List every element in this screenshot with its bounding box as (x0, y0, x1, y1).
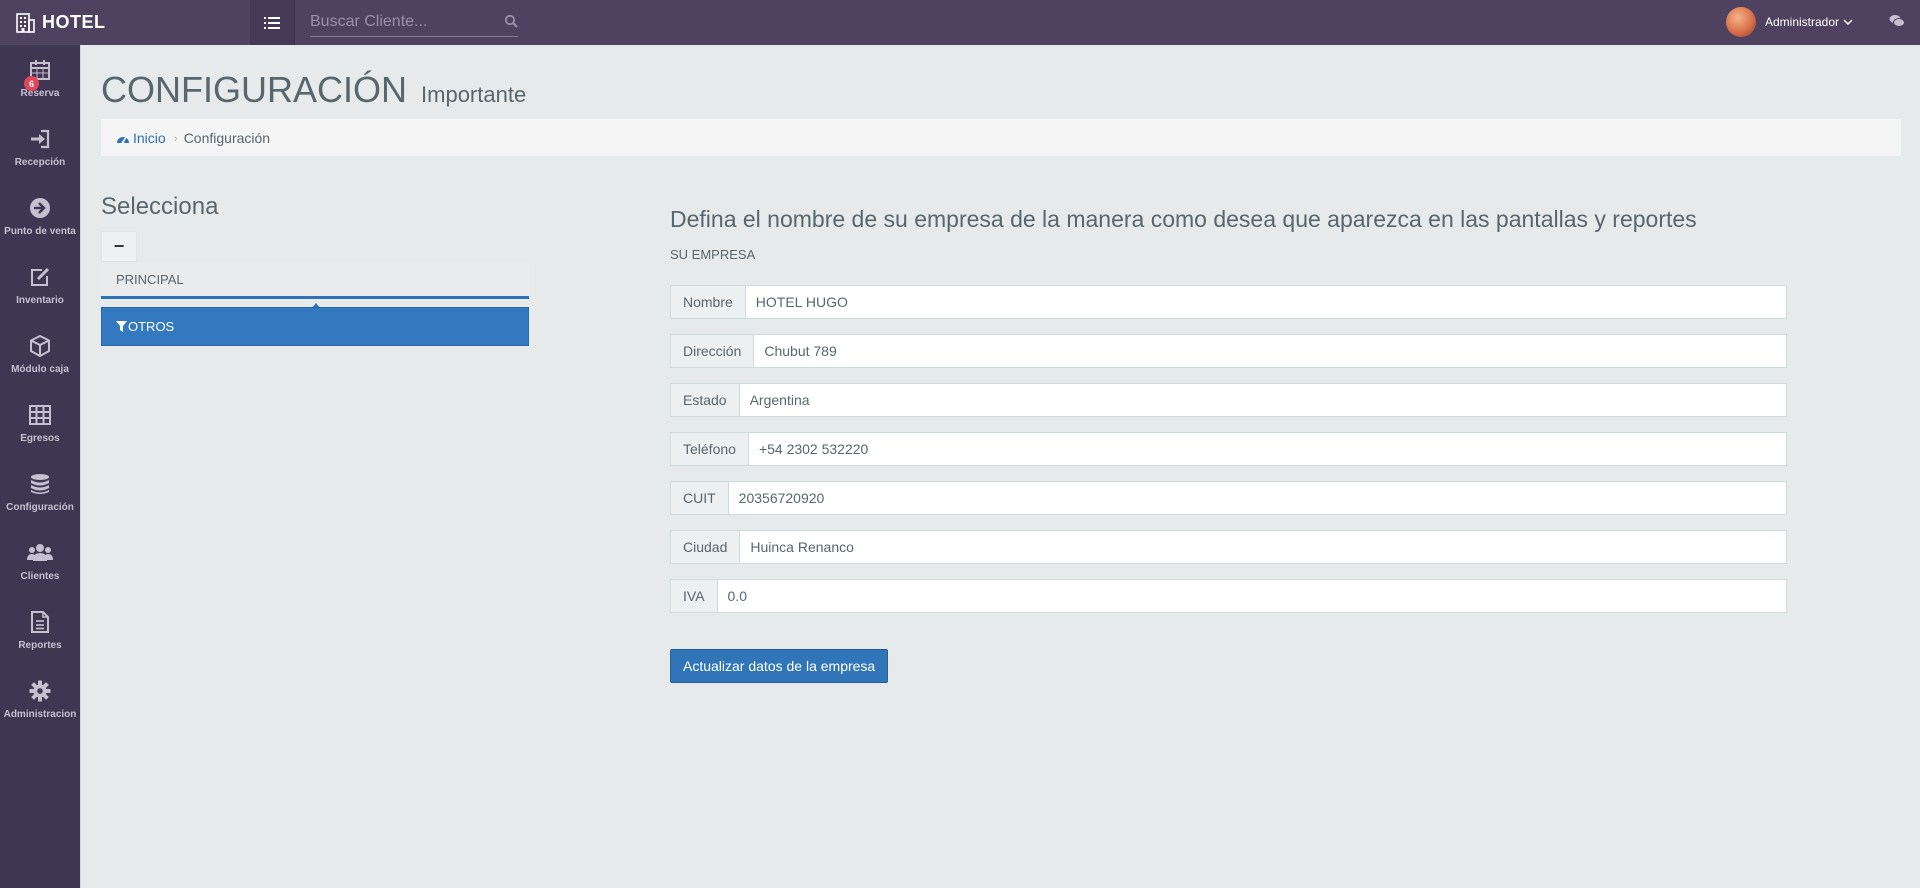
menu-toggle-button[interactable] (250, 0, 295, 45)
field-input-nombre[interactable] (744, 285, 1787, 319)
table-icon (29, 405, 51, 425)
sidebar-item-reportes[interactable]: Reportes (0, 597, 80, 666)
sign-in-icon (31, 129, 50, 149)
tab-otros-label: OTROS (128, 319, 175, 334)
field-row-nombre: Nombre (670, 285, 1787, 319)
sidebar-item-label: Reportes (18, 640, 62, 651)
field-row-telefono: Teléfono (670, 432, 1787, 466)
sidebar-item-egresos[interactable]: Egresos (0, 390, 80, 459)
breadcrumb-current: Configuración (183, 129, 271, 146)
top-navbar: HOTEL Administrador (0, 0, 1920, 45)
database-icon (31, 474, 49, 494)
field-label-iva: IVA (670, 579, 717, 613)
breadcrumb-home-label: Inicio (133, 129, 166, 146)
sidebar-item-label: Inventario (16, 295, 64, 306)
field-input-direccion[interactable] (753, 334, 1787, 368)
breadcrumb-home-link[interactable]: Inicio (116, 130, 166, 146)
field-input-cuit[interactable] (727, 481, 1787, 515)
search-icon[interactable] (504, 14, 518, 28)
sidebar-item-label: Recepción (14, 157, 66, 168)
chat-button[interactable] (1889, 14, 1905, 33)
edit-icon (31, 267, 50, 286)
sidebar: Reserva Recepción Punto de venta Inventa… (0, 45, 80, 888)
field-row-direccion: Dirección (670, 334, 1787, 368)
sidebar-item-punto-de-venta[interactable]: Punto de venta (0, 183, 80, 252)
sidebar-item-label: Punto de venta (4, 226, 76, 237)
sidebar-item-inventario[interactable]: Inventario (0, 252, 80, 321)
hotel-building-icon (16, 12, 35, 33)
gear-icon (29, 680, 51, 702)
field-label-telefono: Teléfono (670, 432, 748, 466)
field-label-estado: Estado (670, 383, 739, 417)
sidebar-item-label: Módulo caja (11, 364, 69, 375)
sidebar-item-administracion[interactable]: Administracion (0, 666, 80, 735)
sidebar-item-label: Clientes (20, 571, 60, 582)
tab-otros[interactable]: OTROS (101, 307, 529, 346)
update-company-button[interactable]: Actualizar datos de la empresa (670, 649, 889, 683)
page-title: CONFIGURACIÓN Importante (101, 69, 526, 111)
user-name: Administrador (1765, 15, 1840, 29)
notification-badge: 6 (24, 76, 39, 91)
field-row-iva: IVA (670, 579, 1787, 613)
menu-icon (264, 16, 280, 29)
tab-principal-label: PRINCIPAL (116, 272, 184, 287)
brand[interactable]: HOTEL (0, 0, 250, 45)
tab-principal[interactable]: PRINCIPAL (101, 263, 529, 299)
cube-icon (30, 335, 50, 357)
comments-icon (1889, 15, 1905, 27)
breadcrumb: Inicio › Configuración (101, 119, 1901, 156)
brand-label: HOTEL (42, 12, 106, 32)
page-title-text: CONFIGURACIÓN (101, 69, 407, 110)
sidebar-item-configuracion[interactable]: Configuración (0, 459, 80, 528)
field-row-ciudad: Ciudad (670, 530, 1787, 564)
sidebar-item-label: Reserva (20, 88, 60, 99)
sidebar-item-label: Configuración (6, 502, 74, 513)
sidebar-item-label: Administracion (3, 709, 77, 720)
selector-title: Selecciona (101, 193, 219, 220)
main-content: CONFIGURACIÓN Importante Inicio › Config… (80, 45, 1920, 888)
sidebar-item-clientes[interactable]: Clientes (0, 528, 80, 597)
sidebar-item-label: Egresos (20, 433, 60, 444)
page-subtitle: Importante (421, 82, 527, 107)
filter-icon (116, 321, 127, 332)
customer-search-input[interactable] (310, 8, 490, 36)
field-input-estado[interactable] (738, 383, 1787, 417)
arrow-circle-icon (30, 198, 50, 218)
customer-search (310, 8, 518, 37)
field-label-cuit: CUIT (670, 481, 728, 515)
file-text-icon (31, 611, 49, 633)
collapse-button[interactable]: − (101, 231, 137, 262)
form-title: Defina el nombre de su empresa de la man… (670, 206, 1697, 232)
breadcrumb-separator: › (173, 130, 178, 145)
field-row-estado: Estado (670, 383, 1787, 417)
field-input-iva[interactable] (716, 579, 1787, 613)
field-input-telefono[interactable] (747, 432, 1787, 466)
user-menu[interactable]: Administrador (1726, 6, 1853, 38)
field-input-ciudad[interactable] (739, 530, 1787, 564)
users-icon (27, 544, 53, 561)
field-label-ciudad: Ciudad (670, 530, 740, 564)
chevron-down-icon (1843, 19, 1853, 26)
sidebar-item-reserva[interactable]: Reserva (0, 45, 80, 114)
field-label-direccion: Dirección (670, 334, 754, 368)
sidebar-item-recepcion[interactable]: Recepción (0, 114, 80, 183)
field-label-nombre: Nombre (670, 285, 745, 319)
field-row-cuit: CUIT (670, 481, 1787, 515)
avatar (1726, 7, 1756, 37)
form-subtitle: SU EMPRESA (670, 247, 756, 262)
sidebar-item-modulo-caja[interactable]: Módulo caja (0, 321, 80, 390)
dashboard-icon (117, 136, 129, 143)
